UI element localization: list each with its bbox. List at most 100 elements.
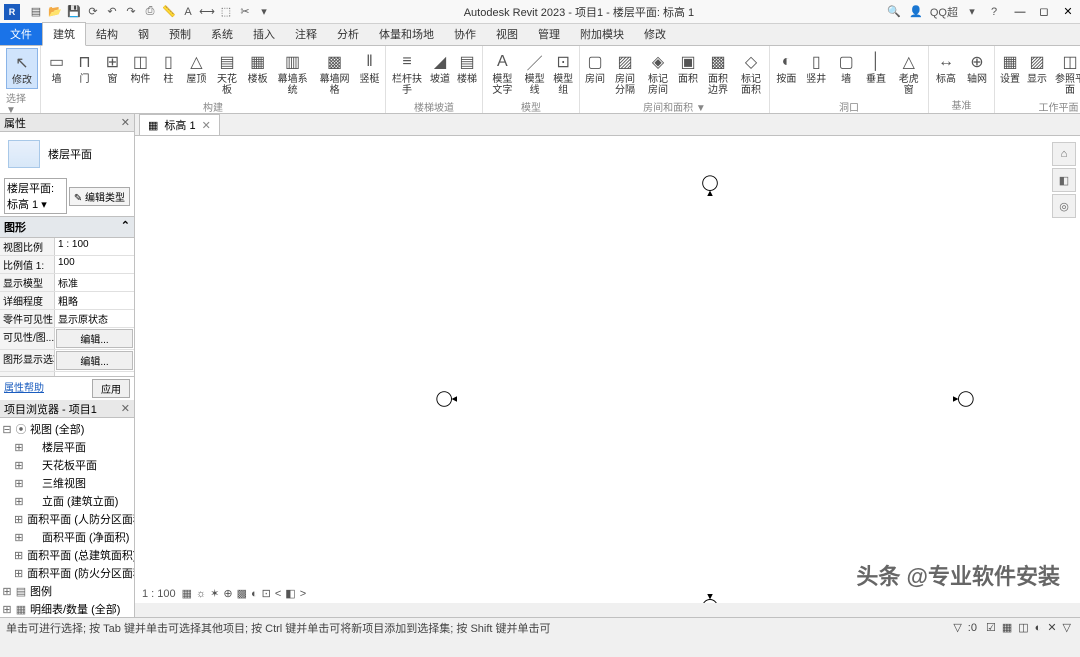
statusbar-icon[interactable]: ☑ (986, 622, 996, 634)
elevation-marker-east[interactable] (953, 388, 975, 410)
elevation-marker-west[interactable] (435, 388, 457, 410)
tree-node[interactable]: ⊞楼层平面 (2, 438, 132, 456)
view-control-icon[interactable]: ☼ (196, 588, 206, 600)
view-control-icon[interactable]: ◧ (285, 588, 295, 600)
tree-toggle-icon[interactable]: ⊞ (14, 441, 24, 454)
horizontal-scrollbar[interactable] (135, 603, 1080, 617)
nav-home-icon[interactable]: ⌂ (1052, 142, 1076, 166)
ribbon-button[interactable]: ↔标高 (931, 48, 961, 87)
qat-sync-icon[interactable]: ⟳ (85, 4, 101, 20)
tree-toggle-icon[interactable]: ⊞ (14, 459, 24, 472)
close-button[interactable]: ✕ (1056, 3, 1080, 21)
doc-tab-close-icon[interactable]: ✕ (202, 119, 211, 132)
statusbar-icon[interactable]: ✕ (1047, 622, 1056, 634)
ribbon-button[interactable]: ⊞窗 (99, 48, 126, 87)
property-value[interactable]: 1 : 100 (55, 238, 134, 255)
tree-toggle-icon[interactable]: ⊞ (14, 531, 24, 544)
nav-cube-icon[interactable]: ◧ (1052, 168, 1076, 192)
tree-node[interactable]: ⊞面积平面 (防火分区面积) (2, 564, 132, 582)
ribbon-button[interactable]: ▨显示 (1024, 48, 1050, 87)
ribbon-button[interactable]: ▯柱 (155, 48, 182, 87)
nav-wheel-icon[interactable]: ◎ (1052, 194, 1076, 218)
qat-3d-icon[interactable]: ⬚ (218, 4, 234, 20)
document-tab[interactable]: ▦ 标高 1 ✕ (139, 114, 220, 135)
view-control-icon[interactable]: ▩ (237, 588, 247, 600)
property-row[interactable]: 比例值 1:100 (0, 256, 134, 274)
collapse-icon[interactable]: ⌃ (121, 219, 130, 235)
tree-toggle-icon[interactable]: ⊞ (2, 603, 12, 616)
property-value[interactable]: 项目北 (55, 372, 134, 376)
ribbon-button[interactable]: ▩面积边界 (702, 48, 734, 98)
property-value[interactable]: 100 (55, 256, 134, 273)
ribbon-button[interactable]: ▨房间分隔 (609, 48, 641, 98)
ribbon-button[interactable]: │垂直 (862, 48, 891, 87)
ribbon-button[interactable]: ◐按面 (772, 48, 801, 87)
qat-redo-icon[interactable]: ↷ (123, 4, 139, 20)
ribbon-button[interactable]: ≡栏杆扶手 (388, 48, 426, 98)
edit-type-button[interactable]: ✎ 编辑类型 (69, 187, 130, 206)
tree-node[interactable]: ⊞三维视图 (2, 474, 132, 492)
view-control-icon[interactable]: ✶ (210, 588, 219, 600)
properties-help-link[interactable]: 属性帮助 (4, 379, 44, 398)
statusbar-icon[interactable]: ◫ (1018, 622, 1028, 634)
tree-node[interactable]: ⊞▤图例 (2, 582, 132, 600)
property-row[interactable]: 可见性/图...编辑... (0, 328, 134, 350)
ribbon-tab[interactable]: 预制 (159, 23, 201, 45)
tree-toggle-icon[interactable]: ⊞ (14, 549, 23, 562)
ribbon-button[interactable]: ▯竖井 (802, 48, 831, 87)
view-control-icon[interactable]: < (275, 588, 281, 600)
tree-toggle-icon[interactable]: ⊟ (2, 423, 12, 436)
qat-open-icon[interactable]: 📂 (47, 4, 63, 20)
apply-button[interactable]: 应用 (92, 379, 130, 398)
view-scale[interactable]: 1 : 100 (142, 588, 176, 600)
drawing-canvas[interactable]: 1 : 100 ▦☼✶⊕▩◐⊡<◧> (135, 136, 1080, 603)
qat-measure-icon[interactable]: 📏 (161, 4, 177, 20)
ribbon-button[interactable]: ‖竖梃 (356, 48, 383, 87)
ribbon-tab[interactable]: 钢 (128, 23, 159, 45)
qat-text-icon[interactable]: A (180, 4, 196, 20)
elevation-marker-north[interactable] (699, 174, 721, 196)
ribbon-button[interactable]: △老虎窗 (891, 48, 926, 98)
help-icon[interactable]: ? (986, 4, 1002, 20)
view-control-icon[interactable]: ⊕ (223, 588, 232, 600)
ribbon-tab[interactable]: 注释 (285, 23, 327, 45)
project-browser-close-icon[interactable]: ✕ (121, 402, 130, 415)
ribbon-button[interactable]: ▦设置 (997, 48, 1023, 87)
qat-dropdown-icon[interactable]: ▾ (256, 4, 272, 20)
property-row[interactable]: 显示模型标准 (0, 274, 134, 292)
tree-toggle-icon[interactable]: ⊞ (14, 513, 23, 526)
ribbon-button[interactable]: ↖修改 (6, 48, 38, 89)
view-control-icon[interactable]: ▦ (182, 588, 192, 600)
ribbon-tab[interactable]: 视图 (486, 23, 528, 45)
ribbon-tab[interactable]: 文件 (0, 23, 42, 45)
maximize-button[interactable]: ◻ (1032, 3, 1056, 21)
ribbon-tab[interactable]: 分析 (327, 23, 369, 45)
ribbon-tab[interactable]: 建筑 (42, 22, 86, 46)
property-value[interactable]: 粗略 (55, 292, 134, 309)
ribbon-tab[interactable]: 结构 (86, 23, 128, 45)
search-icon[interactable]: 🔍 (886, 4, 902, 20)
view-control-icon[interactable]: ◐ (251, 588, 258, 600)
statusbar-icon[interactable]: ▽ (1063, 622, 1071, 634)
property-row[interactable]: 图形显示选项编辑... (0, 350, 134, 372)
ribbon-button[interactable]: ⊕轴网 (962, 48, 992, 87)
tree-node[interactable]: ⊟⦿视图 (全部) (2, 420, 132, 438)
ribbon-button[interactable]: ◇标记面积 (735, 48, 767, 98)
ribbon-tab[interactable]: 修改 (634, 23, 676, 45)
ribbon-button[interactable]: △屋顶 (183, 48, 210, 87)
tree-node[interactable]: ⊞面积平面 (总建筑面积) (2, 546, 132, 564)
ribbon-button[interactable]: ▩幕墙网格 (314, 48, 355, 98)
ribbon-button[interactable]: A模型文字 (485, 48, 520, 98)
ribbon-tab[interactable]: 附加模块 (570, 23, 634, 45)
ribbon-button[interactable]: ▢房间 (582, 48, 608, 87)
view-control-icon[interactable]: ⊡ (262, 588, 271, 600)
ribbon-button[interactable]: ▢墙 (832, 48, 861, 87)
tree-toggle-icon[interactable]: ⊞ (14, 495, 24, 508)
ribbon-button[interactable]: ◈标记房间 (642, 48, 674, 98)
property-value[interactable]: 显示原状态 (55, 310, 134, 327)
ribbon-button[interactable]: ⊡模型组 (549, 48, 577, 98)
ribbon-button[interactable]: ▤楼梯 (454, 48, 480, 87)
tree-node[interactable]: ⊞立面 (建筑立面) (2, 492, 132, 510)
tree-node[interactable]: ⊞面积平面 (人防分区面积) (2, 510, 132, 528)
type-selector[interactable]: 楼层平面 (0, 132, 134, 176)
